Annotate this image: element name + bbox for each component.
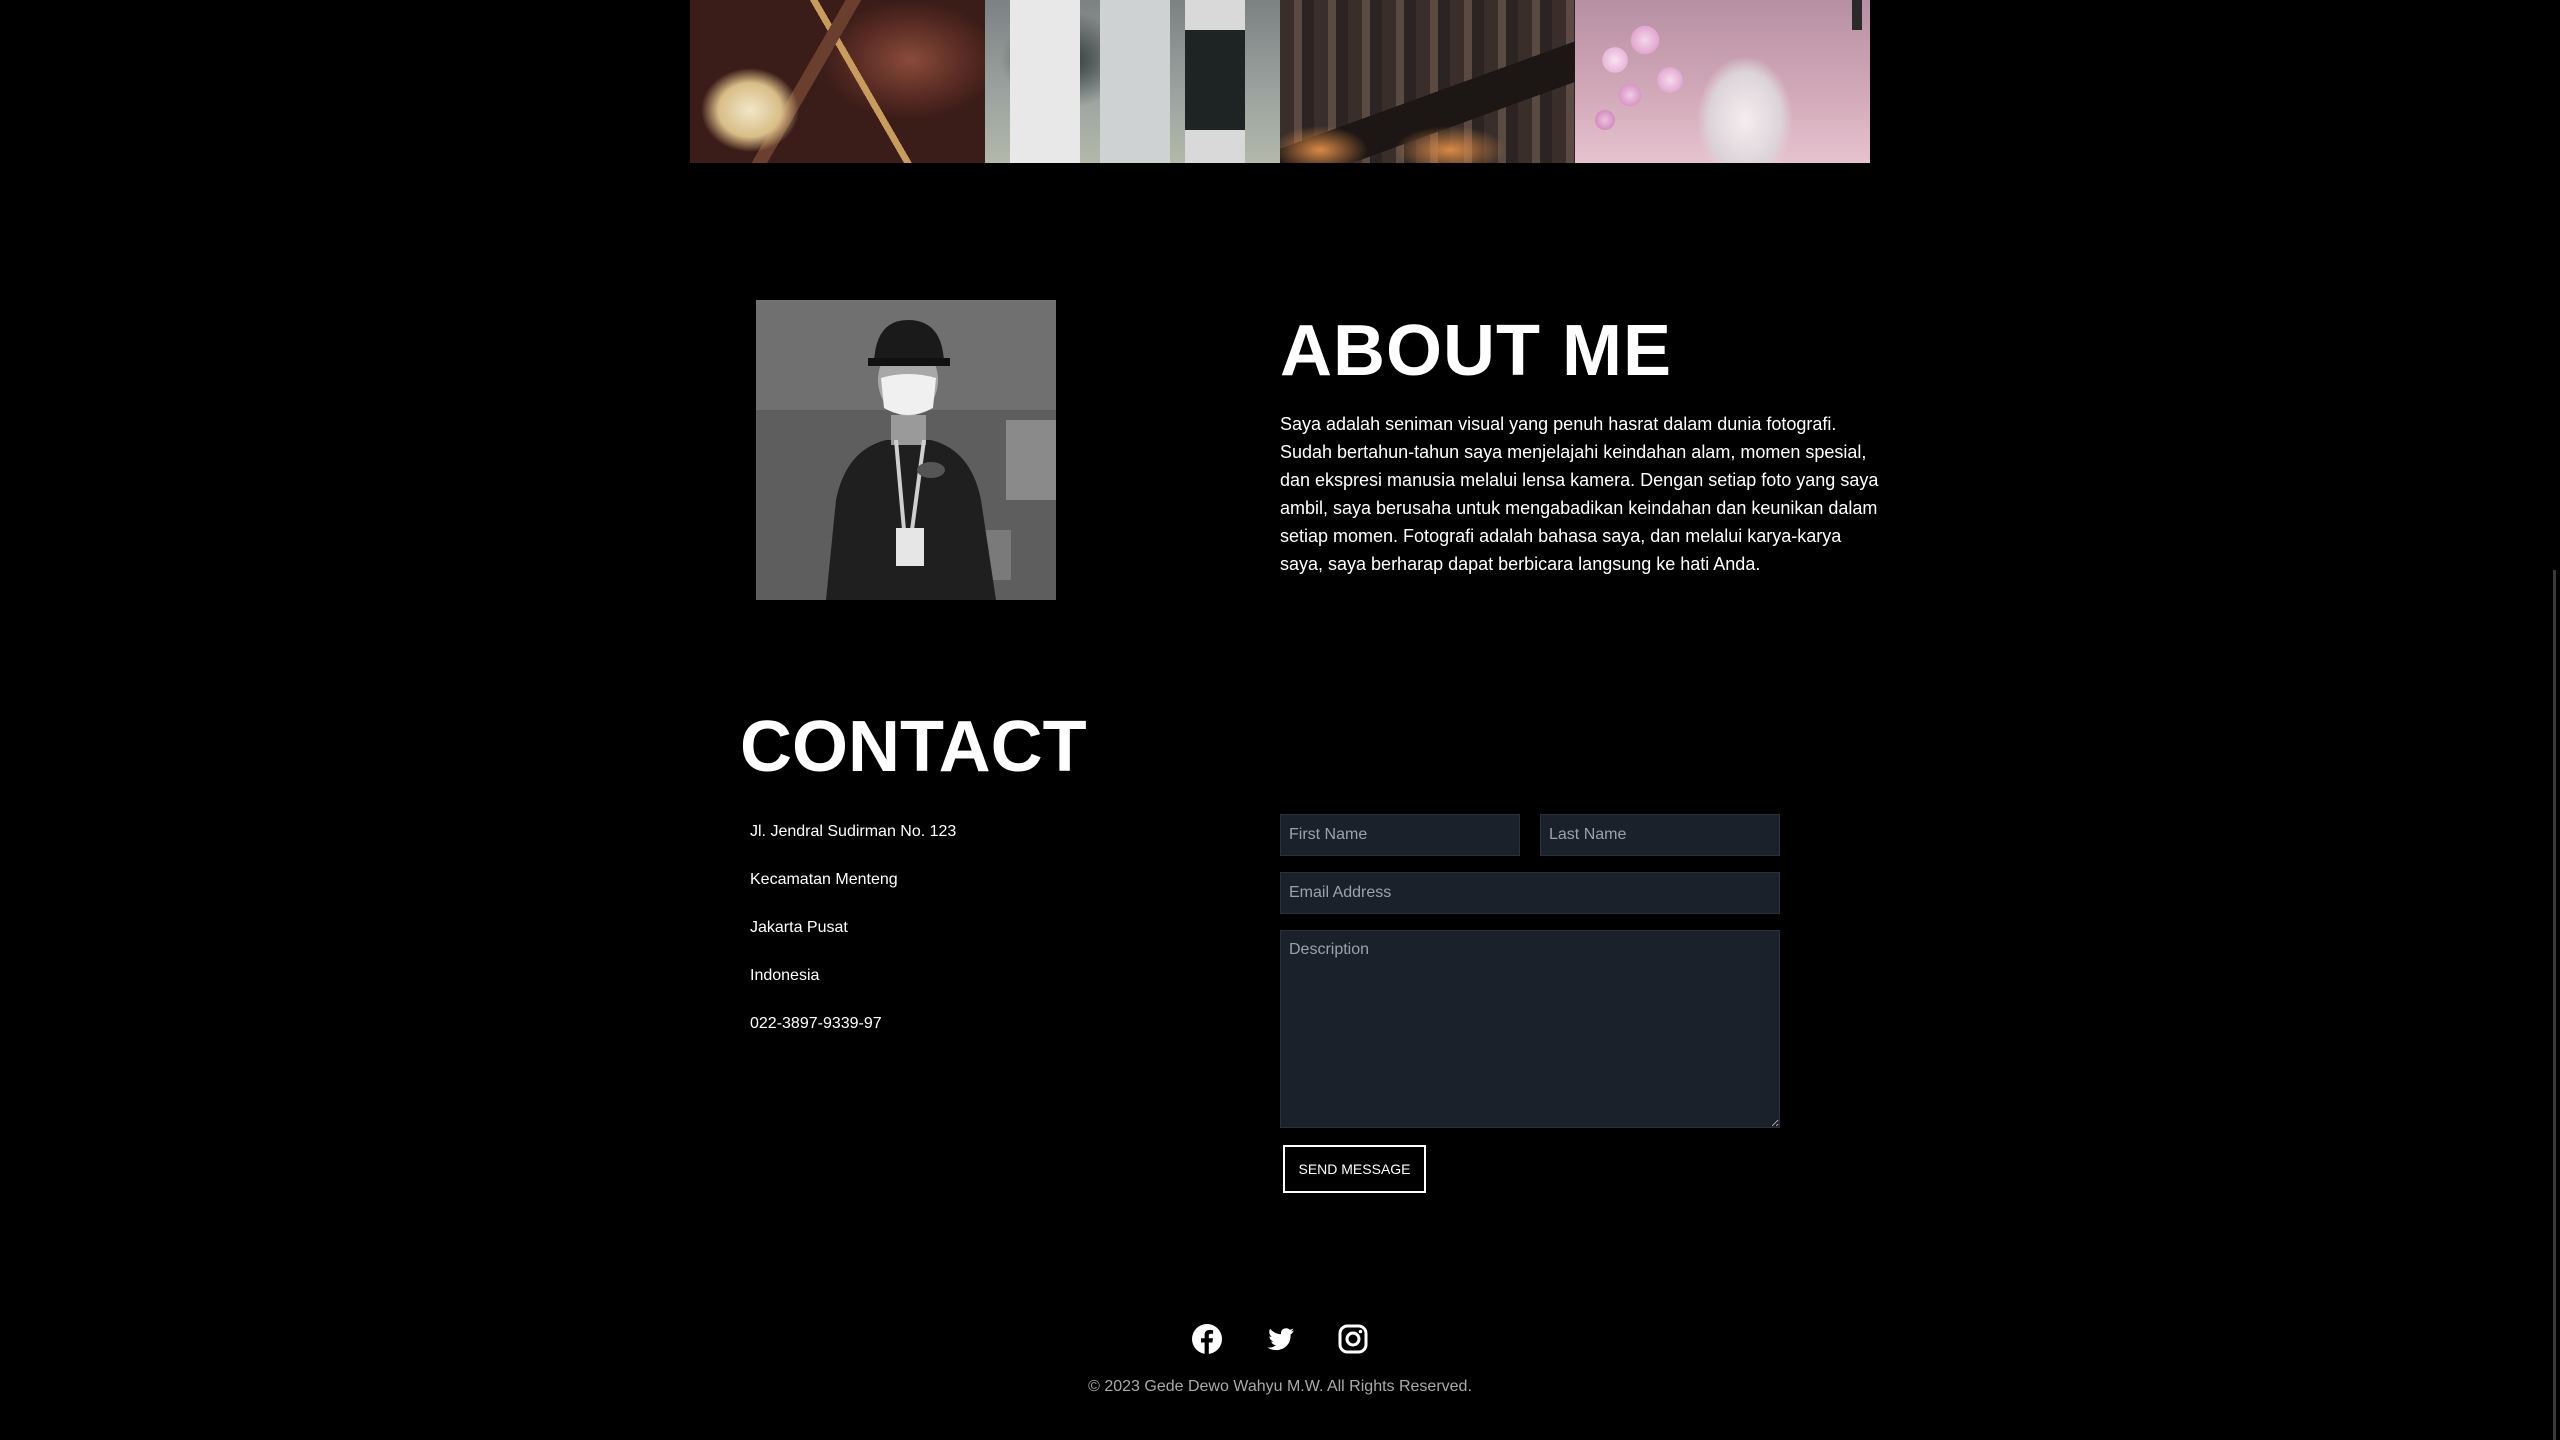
gallery-image-2[interactable] <box>985 0 1280 163</box>
facebook-link[interactable] <box>1190 1322 1224 1356</box>
name-row <box>1280 814 1780 856</box>
copyright-text: © 2023 Gede Dewo Wahyu M.W. All Rights R… <box>1088 1378 1472 1395</box>
contact-title: CONTACT <box>740 707 1087 787</box>
gallery-strip <box>690 0 1870 163</box>
address-country: Indonesia <box>750 967 820 984</box>
contact-form <box>1280 814 1780 1128</box>
gallery-image-4[interactable] <box>1575 0 1870 163</box>
about-text: Saya adalah seniman visual yang penuh ha… <box>1280 414 1879 574</box>
phone-number: 022-3897-9339-97 <box>750 1015 882 1032</box>
twitter-icon <box>1267 1328 1294 1351</box>
page: ABOUT ME Saya adalah seniman visual yang… <box>0 0 2560 1440</box>
facebook-icon <box>1192 1324 1222 1354</box>
address-city: Jakarta Pusat <box>750 919 848 936</box>
email-input[interactable] <box>1280 872 1780 914</box>
social-links <box>1190 1322 1370 1356</box>
send-message-button[interactable]: SEND MESSAGE <box>1283 1145 1426 1193</box>
instagram-icon <box>1338 1324 1368 1354</box>
address-district: Kecamatan Menteng <box>750 871 898 888</box>
first-name-input[interactable] <box>1280 814 1520 856</box>
last-name-input[interactable] <box>1540 814 1780 856</box>
about-title: ABOUT ME <box>1280 311 1672 391</box>
instagram-link[interactable] <box>1336 1322 1370 1356</box>
contact-address: Jl. Jendral Sudirman No. 123 Kecamatan M… <box>750 820 956 1060</box>
scrollbar-thumb[interactable] <box>2553 570 2556 1440</box>
gallery-image-1[interactable] <box>690 0 985 163</box>
twitter-link[interactable] <box>1263 1322 1297 1356</box>
gallery-image-3[interactable] <box>1280 0 1575 163</box>
profile-photo <box>756 300 1056 600</box>
address-street: Jl. Jendral Sudirman No. 123 <box>750 823 957 840</box>
description-textarea[interactable] <box>1280 930 1780 1128</box>
